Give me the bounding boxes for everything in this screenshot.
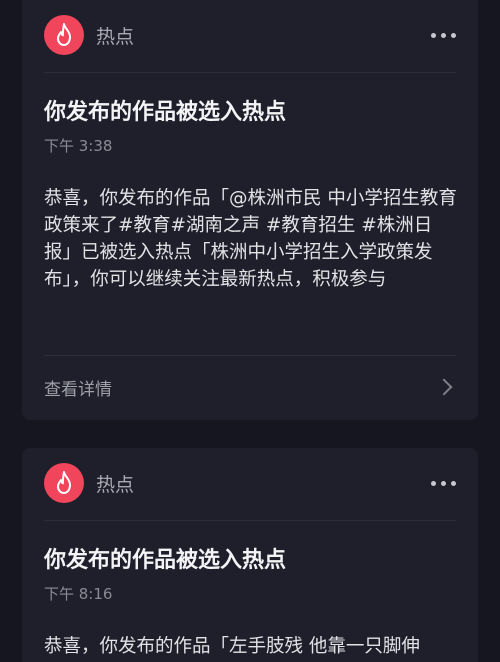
notification-time: 下午 3:38 bbox=[44, 137, 113, 155]
notification-screen: 热点 你发布的作品被选入热点 下午 3:38 恭喜，你发布的作品「@株洲市民 中… bbox=[0, 0, 500, 662]
divider bbox=[44, 520, 456, 521]
notification-card[interactable]: 热点 你发布的作品被选入热点 下午 3:38 恭喜，你发布的作品「@株洲市民 中… bbox=[22, 0, 478, 420]
notification-title: 你发布的作品被选入热点 bbox=[44, 100, 287, 125]
card-header: 热点 bbox=[44, 15, 456, 55]
notification-body: 恭喜，你发布的作品「@株洲市民 中小学招生教育政策来了#教育#湖南之声 #教育招… bbox=[44, 188, 457, 290]
notification-title: 你发布的作品被选入热点 bbox=[44, 548, 287, 573]
avatar bbox=[44, 15, 84, 55]
divider bbox=[44, 72, 456, 73]
divider bbox=[44, 355, 456, 356]
view-details-label: 查看详情 bbox=[44, 379, 112, 400]
chevron-right-icon bbox=[435, 378, 453, 396]
source-name: 热点 bbox=[96, 473, 135, 496]
flame-icon bbox=[57, 23, 71, 46]
more-dots-icon[interactable] bbox=[425, 475, 456, 492]
view-details-link[interactable]: 查看详情 bbox=[44, 372, 456, 402]
notification-time: 下午 8:16 bbox=[44, 585, 113, 603]
more-dots-icon[interactable] bbox=[425, 27, 456, 44]
notification-body: 恭喜，你发布的作品「左手肢残 他靠一只脚伸 bbox=[44, 636, 420, 657]
notification-card[interactable]: 热点 你发布的作品被选入热点 下午 8:16 恭喜，你发布的作品「左手肢残 他靠… bbox=[22, 448, 478, 662]
source-name: 热点 bbox=[96, 25, 135, 48]
flame-icon bbox=[57, 471, 71, 494]
card-header: 热点 bbox=[44, 463, 456, 503]
avatar bbox=[44, 463, 84, 503]
